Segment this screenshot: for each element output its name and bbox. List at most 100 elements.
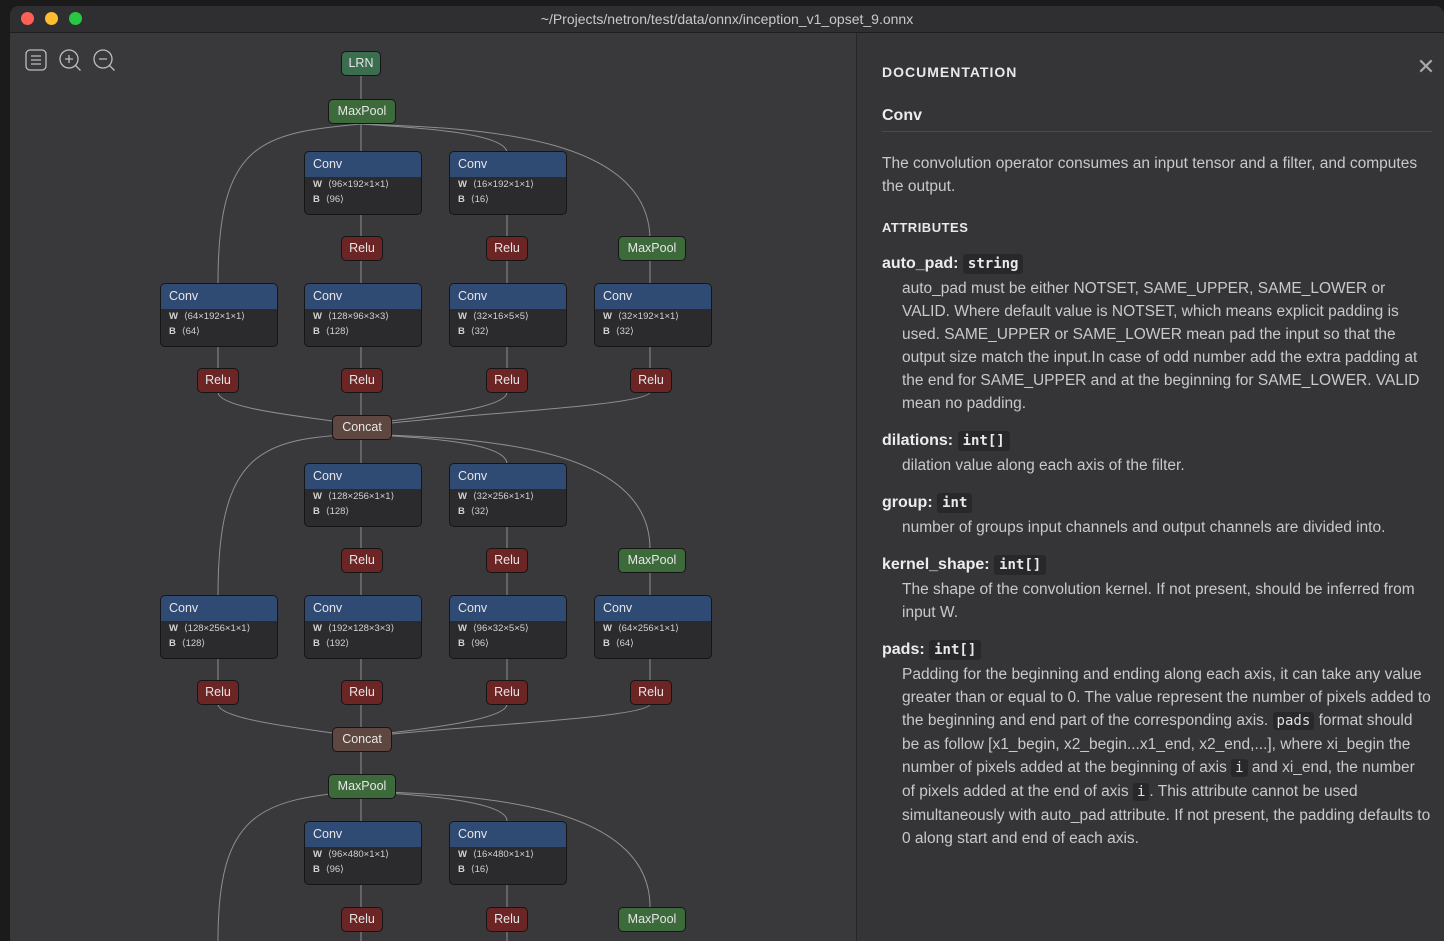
node-conv[interactable]: Conv W ⟨192×128×3×3⟩ B ⟨192⟩ [304,595,422,659]
attribute-description: Padding for the beginning and ending alo… [902,666,1431,847]
conv-title: Conv [161,284,277,309]
conv-title: Conv [450,822,566,847]
node-relu[interactable]: Relu [341,236,383,261]
conv-title: Conv [305,822,421,847]
node-maxpool[interactable]: MaxPool [618,548,686,573]
conv-bias: B ⟨16⟩ [458,864,489,875]
conv-title: Conv [595,284,711,309]
node-conv[interactable]: Conv W ⟨32×192×1×1⟩ B ⟨32⟩ [594,283,712,347]
conv-title: Conv [305,152,421,177]
attribute-name: dilations: [882,432,954,449]
conv-weight: W ⟨96×480×1×1⟩ [313,849,390,860]
attribute-kernel-shape: kernel_shape: int[] The shape of the con… [882,552,1432,624]
conv-bias: B ⟨96⟩ [313,194,344,205]
node-relu[interactable]: Relu [197,368,239,393]
attribute-group: group: int number of groups input channe… [882,490,1432,539]
node-conv[interactable]: Conv W ⟨64×192×1×1⟩ B ⟨64⟩ [160,283,278,347]
node-lrn[interactable]: LRN [341,51,381,76]
node-relu[interactable]: Relu [486,680,528,705]
attribute-description: number of groups input channels and outp… [902,519,1386,536]
node-concat[interactable]: Concat [332,415,392,440]
attribute-dilations: dilations: int[] dilation value along ea… [882,428,1432,477]
conv-bias: B ⟨96⟩ [458,638,489,649]
node-conv[interactable]: Conv W ⟨32×16×5×5⟩ B ⟨32⟩ [449,283,567,347]
node-conv[interactable]: Conv W ⟨16×192×1×1⟩ B ⟨16⟩ [449,151,567,215]
attribute-type: int[] [957,431,1010,451]
node-maxpool[interactable]: MaxPool [328,99,396,124]
attribute-description: dilation value along each axis of the fi… [902,457,1185,474]
attribute-pads: pads: int[] Padding for the beginning an… [882,637,1432,850]
conv-bias: B ⟨128⟩ [169,638,206,649]
attribute-name: group: [882,494,933,511]
node-relu[interactable]: Relu [486,236,528,261]
documentation-title: DOCUMENTATION [882,64,1018,80]
attribute-name: auto_pad: [882,255,959,272]
attribute-type: int[] [994,555,1047,575]
node-concat[interactable]: Concat [332,727,392,752]
node-conv[interactable]: Conv W ⟨64×256×1×1⟩ B ⟨64⟩ [594,595,712,659]
inline-code: i [1231,759,1248,777]
node-relu[interactable]: Relu [341,368,383,393]
zoom-in-icon[interactable] [58,48,82,72]
node-conv[interactable]: Conv W ⟨96×192×1×1⟩ B ⟨96⟩ [304,151,422,215]
node-relu[interactable]: Relu [486,548,528,573]
node-relu[interactable]: Relu [486,368,528,393]
conv-bias: B ⟨32⟩ [458,506,489,517]
title-bar: ~/Projects/netron/test/data/onnx/incepti… [10,6,1444,33]
conv-weight: W ⟨192×128×3×3⟩ [313,623,395,634]
conv-weight: W ⟨96×192×1×1⟩ [313,179,390,190]
conv-weight: W ⟨16×192×1×1⟩ [458,179,535,190]
node-conv[interactable]: Conv W ⟨96×32×5×5⟩ B ⟨96⟩ [449,595,567,659]
conv-weight: W ⟨64×192×1×1⟩ [169,311,246,322]
operator-summary: The convolution operator consumes an inp… [882,155,1418,195]
conv-weight: W ⟨128×96×3×3⟩ [313,311,390,322]
node-conv[interactable]: Conv W ⟨128×96×3×3⟩ B ⟨128⟩ [304,283,422,347]
conv-bias: B ⟨64⟩ [603,638,634,649]
conv-title: Conv [450,596,566,621]
conv-weight: W ⟨128×256×1×1⟩ [313,491,395,502]
conv-title: Conv [595,596,711,621]
node-relu[interactable]: Relu [630,680,672,705]
node-relu[interactable]: Relu [341,907,383,932]
node-relu[interactable]: Relu [341,548,383,573]
node-conv[interactable]: Conv W ⟨96×480×1×1⟩ B ⟨96⟩ [304,821,422,885]
graph-edges [217,76,651,941]
attribute-description: The shape of the convolution kernel. If … [902,581,1415,621]
conv-weight: W ⟨32×16×5×5⟩ [458,311,529,322]
attribute-type: int[] [929,640,982,660]
documentation-panel: DOCUMENTATION ✕ Conv The convolution ope… [856,33,1444,941]
documentation-body: The convolution operator consumes an inp… [882,152,1432,863]
close-icon[interactable]: ✕ [1414,54,1438,80]
attribute-description: auto_pad must be either NOTSET, SAME_UPP… [902,280,1420,412]
inline-code: i [1132,783,1150,801]
app-window: ~/Projects/netron/test/data/onnx/incepti… [10,6,1444,941]
node-conv[interactable]: Conv W ⟨128×256×1×1⟩ B ⟨128⟩ [160,595,278,659]
conv-title: Conv [305,464,421,489]
node-conv[interactable]: Conv W ⟨128×256×1×1⟩ B ⟨128⟩ [304,463,422,527]
conv-weight: W ⟨32×192×1×1⟩ [603,311,680,322]
conv-title: Conv [450,284,566,309]
conv-weight: W ⟨64×256×1×1⟩ [603,623,680,634]
node-maxpool[interactable]: MaxPool [618,236,686,261]
node-conv[interactable]: Conv W ⟨16×480×1×1⟩ B ⟨16⟩ [449,821,567,885]
sidebar-icon[interactable] [24,48,48,72]
node-maxpool[interactable]: MaxPool [328,774,396,799]
node-relu[interactable]: Relu [630,368,672,393]
node-maxpool[interactable]: MaxPool [618,907,686,932]
graph-canvas[interactable]: LRN MaxPool Conv W ⟨96×192×1×1⟩ B ⟨96⟩ Conv W… [10,33,856,941]
attribute-type: string [962,254,1024,274]
zoom-out-icon[interactable] [92,48,116,72]
conv-bias: B ⟨32⟩ [458,326,489,337]
node-relu[interactable]: Relu [197,680,239,705]
conv-title: Conv [305,596,421,621]
conv-bias: B ⟨96⟩ [313,864,344,875]
inline-code: pads [1272,712,1315,730]
node-conv[interactable]: Conv W ⟨32×256×1×1⟩ B ⟨32⟩ [449,463,567,527]
node-relu[interactable]: Relu [486,907,528,932]
conv-weight: W ⟨128×256×1×1⟩ [169,623,251,634]
conv-weight: W ⟨32×256×1×1⟩ [458,491,535,502]
conv-bias: B ⟨128⟩ [313,506,350,517]
node-relu[interactable]: Relu [341,680,383,705]
attribute-name: kernel_shape: [882,556,990,573]
conv-title: Conv [305,284,421,309]
